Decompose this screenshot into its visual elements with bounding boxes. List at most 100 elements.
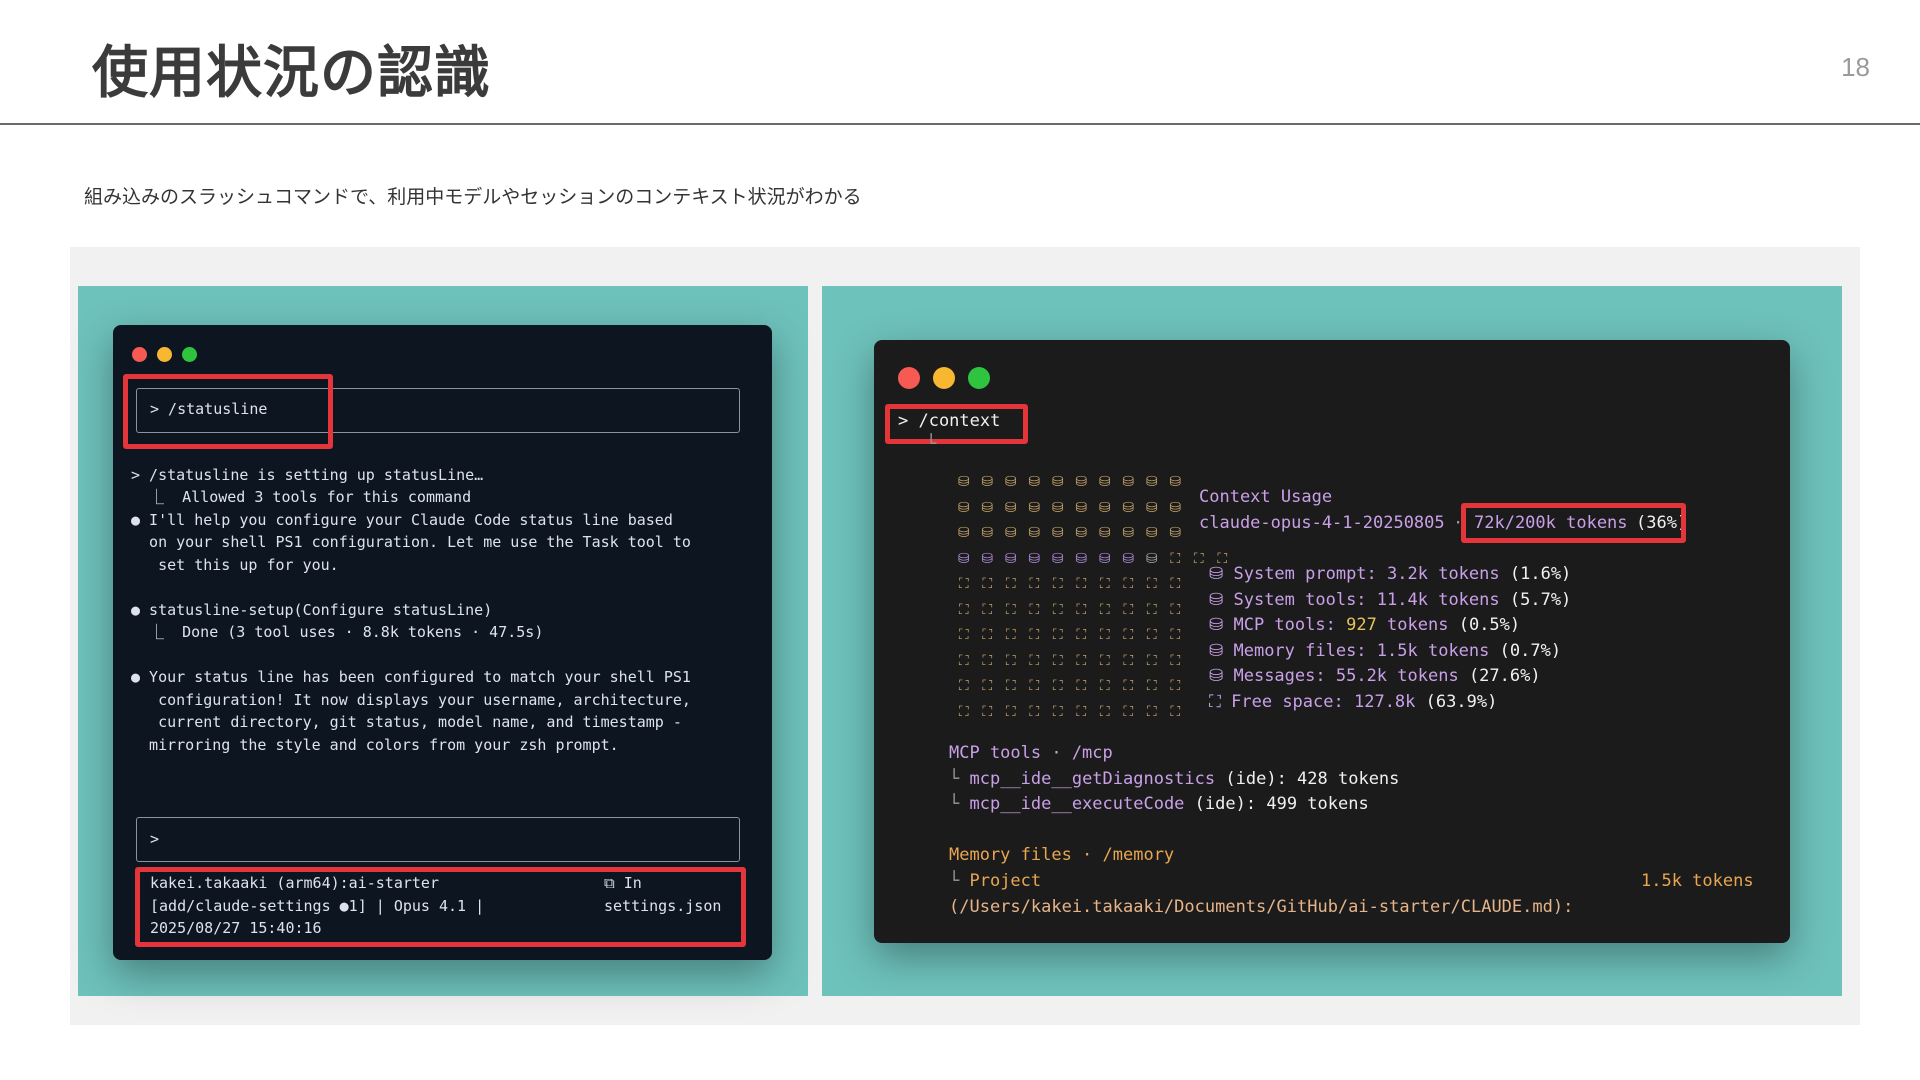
mcp-tool-source: (ide) (1225, 769, 1277, 789)
close-window-dot-icon[interactable] (898, 367, 920, 389)
usage-grid-row: ⛶ ⛶ ⛶ ⛶ ⛶ ⛶ ⛶ ⛶ ⛶ ⛶ (952, 704, 1187, 720)
used-token-cell: ⛁ (1051, 551, 1064, 567)
breakdown-label: MCP tools: (1233, 615, 1336, 635)
free-space-cell: ⛶ (1123, 653, 1134, 669)
used-token-cell: ⛁ (1051, 474, 1064, 490)
mcp-tool-name: mcp__ide__executeCode (969, 794, 1185, 814)
free-space-cell: ⛶ (1005, 653, 1016, 669)
used-token-cell: ⛁ (957, 500, 970, 516)
free-space-cell: ⛶ (1029, 704, 1040, 720)
usage-grid-row: ⛶ ⛶ ⛶ ⛶ ⛶ ⛶ ⛶ ⛶ ⛶ ⛶ (952, 627, 1187, 643)
context-usage-title: Context Usage (1199, 487, 1333, 507)
output-line: current directory, git status, model nam… (131, 713, 682, 731)
slide-subtitle: 組み込みのスラッシュコマンドで、利用中モデルやセッションのコンテキスト状況がわか… (84, 186, 862, 208)
used-token-cell: ⛁ (1051, 525, 1064, 541)
used-token-cell: ⛁ (1004, 474, 1017, 490)
free-space-cell: ⛶ (1005, 704, 1016, 720)
free-space-cell: ⛶ (1193, 551, 1204, 567)
used-token-cell: ⛁ (957, 551, 970, 567)
output-line: ⎿ Done (3 tool uses · 8.8k tokens · 47.5… (131, 623, 544, 641)
status-line-highlight (135, 867, 746, 947)
used-token-cell: ⛁ (1145, 474, 1158, 490)
free-space-cell: ⛶ (1005, 576, 1016, 592)
used-token-cell: ⛁ (1028, 474, 1041, 490)
breakdown-value: 3.2k tokens (1387, 564, 1500, 584)
breakdown-value: 127.8k (1353, 692, 1416, 712)
used-token-cell: ⛁ (1028, 551, 1041, 567)
free-space-cell: ⛶ (1052, 678, 1063, 694)
free-space-cell: ⛶ (1076, 627, 1087, 643)
used-token-cell: ⛁ (1075, 474, 1088, 490)
free-space-cell: ⛶ (1170, 653, 1181, 669)
tree-corner: └ (926, 434, 937, 454)
output-line: set this up for you. (131, 556, 339, 574)
used-token-cell: ⛁ (981, 551, 994, 567)
used-token-cell: ⛁ (1122, 525, 1135, 541)
statusline-terminal-window: > /statusline > /statusline is setting u… (113, 325, 772, 960)
mcp-tool-name: mcp__ide__getDiagnostics (969, 769, 1216, 789)
breakdown-percent: (27.6%) (1468, 666, 1541, 686)
used-token-cell: ⛁ (1145, 500, 1158, 516)
free-space-cell: ⛶ (1029, 627, 1040, 643)
free-space-cell: ⛶ (1123, 704, 1134, 720)
free-space-cell: ⛶ (982, 653, 993, 669)
used-token-cell: ⛁ (1122, 474, 1135, 490)
maximize-window-dot-icon[interactable] (968, 367, 990, 389)
free-space-cell: ⛶ (1099, 704, 1110, 720)
memory-file-path[interactable]: (/Users/kakei.takaaki/Documents/GitHub/a… (949, 895, 1573, 921)
free-space-cell: ⛶ (1170, 704, 1181, 720)
used-token-cell: ⛁ (1075, 500, 1088, 516)
free-space-cell: ⛶ (1052, 653, 1063, 669)
mcp-section-heading: MCP tools · /mcp (949, 743, 1113, 763)
mcp-tool-tokens: 428 tokens (1297, 769, 1400, 789)
output-line: ● Your status line has been configured t… (131, 668, 691, 686)
free-space-cell: ⛶ (958, 627, 969, 643)
model-name: claude-opus-4-1-20250805 (1199, 513, 1445, 533)
breakdown-label: Memory files: (1233, 641, 1367, 661)
used-token-cell: ⛁ (1145, 551, 1158, 567)
memory-section-heading: Memory files · /memory (949, 845, 1175, 865)
free-space-cell: ⛶ (982, 627, 993, 643)
usage-grid-row: ⛁ ⛁ ⛁ ⛁ ⛁ ⛁ ⛁ ⛁ ⛁ ⛶ ⛶ ⛶ (952, 551, 1234, 567)
breakdown-value-highlight: 927 (1346, 615, 1377, 635)
memory-item-tokens: 1.5k tokens (1641, 871, 1754, 891)
breakdown-value: 1.5k tokens (1376, 641, 1490, 661)
context-terminal-window: > /context └ ⛁ ⛁ ⛁ ⛁ ⛁ ⛁ ⛁ ⛁ ⛁ ⛁ ⛁ ⛁ ⛁ ⛁ ⛁ ⛁ ⛁ ⛁ ⛁ ⛁ ⛁ ⛁ ⛁ ⛁ ⛁ ⛁ ⛁… (874, 340, 1790, 943)
free-space-cell: ⛶ (1029, 576, 1040, 592)
output-line: configuration! It now displays your user… (131, 691, 691, 709)
free-space-cell: ⛶ (1170, 678, 1181, 694)
free-space-cell: ⛶ (1123, 678, 1134, 694)
usage-grid-row: ⛶ ⛶ ⛶ ⛶ ⛶ ⛶ ⛶ ⛶ ⛶ ⛶ (952, 678, 1187, 694)
free-space-cell: ⛶ (1123, 627, 1134, 643)
free-space-cell: ⛶ (1076, 678, 1087, 694)
free-space-cell: ⛶ (1005, 678, 1016, 694)
maximize-window-dot-icon[interactable] (182, 347, 197, 362)
free-space-cell: ⛶ (1170, 576, 1181, 592)
free-space-cell: ⛶ (1146, 678, 1157, 694)
minimize-window-dot-icon[interactable] (933, 367, 955, 389)
usage-grid-row: ⛁ ⛁ ⛁ ⛁ ⛁ ⛁ ⛁ ⛁ ⛁ ⛁ (952, 500, 1187, 516)
free-space-cell: ⛶ (1099, 576, 1110, 592)
used-token-cell: ⛁ (1098, 525, 1111, 541)
output-line: mirroring the style and colors from your… (131, 736, 619, 754)
used-token-cell: ⛁ (957, 474, 970, 490)
usage-grid-row: ⛁ ⛁ ⛁ ⛁ ⛁ ⛁ ⛁ ⛁ ⛁ ⛁ (952, 525, 1187, 541)
free-space-cell: ⛶ (1123, 602, 1134, 618)
prompt-symbol: > (150, 830, 160, 848)
used-token-cell: ⛁ (1075, 551, 1088, 567)
used-token-cell: ⛁ (1098, 474, 1111, 490)
free-space-cell: ⛶ (1170, 627, 1181, 643)
free-space-cell: ⛶ (1052, 602, 1063, 618)
used-token-cell: ⛁ (1169, 474, 1182, 490)
free-space-cell: ⛶ (1099, 678, 1110, 694)
free-space-cell: ⛶ (958, 653, 969, 669)
used-token-cell: ⛁ (981, 500, 994, 516)
breakdown-percent: (0.5%) (1458, 615, 1521, 635)
free-space-cell: ⛶ (1076, 704, 1087, 720)
free-space-cell: ⛶ (1146, 576, 1157, 592)
close-window-dot-icon[interactable] (132, 347, 147, 362)
free-space-cell: ⛶ (958, 602, 969, 618)
prompt-input-box[interactable] (136, 817, 740, 862)
used-token-cell: ⛁ (1028, 500, 1041, 516)
minimize-window-dot-icon[interactable] (157, 347, 172, 362)
